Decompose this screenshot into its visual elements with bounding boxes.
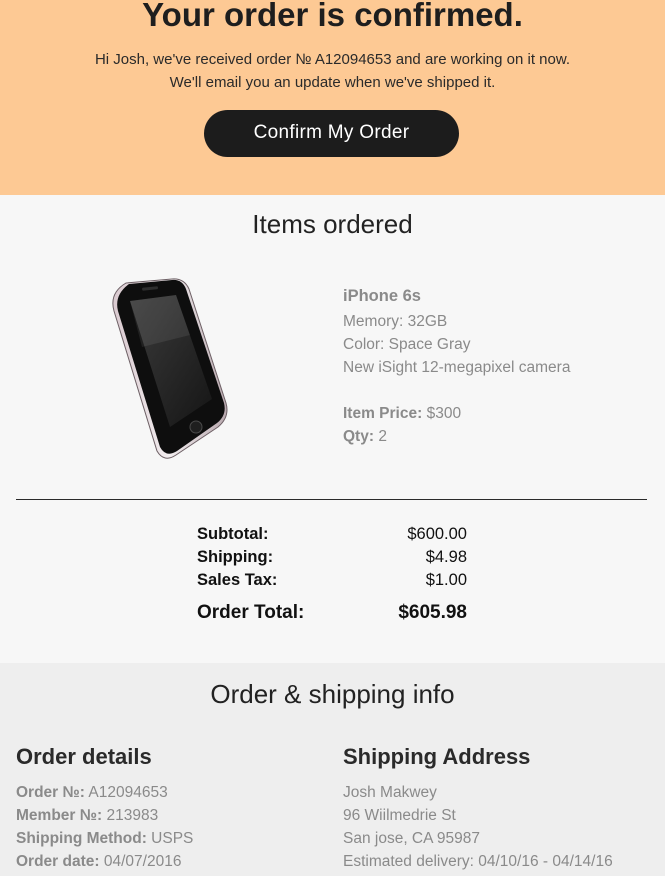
- product-memory: Memory: 32GB: [343, 313, 448, 330]
- order-number-label: Order №:: [16, 784, 85, 801]
- order-total-value: $605.98: [398, 602, 467, 623]
- shipping-info-heading: Order & shipping info: [210, 679, 455, 709]
- product-color: Color: Space Gray: [343, 336, 471, 353]
- item-price-label: Item Price:: [343, 405, 423, 422]
- order-date-label: Order date:: [16, 853, 100, 870]
- order-details: Order details Order №: A12094653 Member …: [16, 743, 193, 873]
- order-total-row: Order Total: $605.98: [197, 602, 467, 624]
- page-title: Your order is confirmed.: [142, 0, 523, 33]
- product-details: iPhone 6s Memory: 32GB Color: Space Gray…: [343, 285, 570, 448]
- confirmation-message-line2: We'll email you an update when we've shi…: [169, 74, 496, 91]
- order-details-heading: Order details: [16, 744, 152, 769]
- subtotal-value: $600.00: [407, 525, 467, 543]
- order-shipping-info-section: Order & shipping info Order details Orde…: [0, 663, 665, 876]
- item-qty: Qty: 2: [343, 425, 570, 448]
- member-number-label: Member №:: [16, 807, 103, 824]
- item-qty-value: 2: [378, 428, 387, 445]
- sales-tax-value: $1.00: [425, 571, 467, 589]
- item-price-value: $300: [426, 405, 462, 422]
- member-number-value: 213983: [106, 807, 159, 824]
- iphone-image: [112, 278, 228, 459]
- address-street: 96 Wiilmedrie St: [343, 807, 456, 824]
- shipping-address-heading: Shipping Address: [343, 744, 531, 769]
- shipping-row: Shipping: $4.98: [197, 548, 467, 570]
- confirmation-header: Your order is confirmed. Hi Josh, we've …: [0, 0, 665, 195]
- item-qty-label: Qty:: [343, 428, 374, 445]
- confirmation-message-line1: Hi Josh, we've received order № A1209465…: [94, 51, 571, 68]
- order-total-label: Order Total:: [197, 602, 305, 623]
- sales-tax-row: Sales Tax: $1.00: [197, 571, 467, 593]
- shipping-label: Shipping:: [197, 548, 274, 566]
- shipping-method: Shipping Method: USPS: [16, 827, 193, 850]
- home-button: [189, 420, 203, 434]
- shipping-method-value: USPS: [151, 830, 194, 847]
- items-heading: Items ordered: [252, 209, 413, 239]
- subtotal-label: Subtotal:: [197, 525, 269, 543]
- order-number-value: A12094653: [88, 784, 168, 801]
- subtotal-row: Subtotal: $600.00: [197, 525, 467, 547]
- divider: [16, 499, 647, 500]
- items-ordered-section: Items ordered iPhone 6s Memory: 32GB Col…: [0, 195, 665, 663]
- sales-tax-label: Sales Tax:: [197, 571, 278, 589]
- order-date: Order date: 04/07/2016: [16, 850, 193, 873]
- item-price: Item Price: $300: [343, 402, 570, 425]
- order-number: Order №: A12094653: [16, 781, 193, 804]
- product-name: iPhone 6s: [343, 287, 421, 305]
- estimated-delivery: Estimated delivery: 04/10/16 - 04/14/16: [343, 853, 613, 870]
- shipping-value: $4.98: [425, 548, 467, 566]
- shipping-address: Shipping Address Josh Makwey 96 Wiilmedr…: [343, 743, 613, 873]
- confirm-order-button[interactable]: Confirm My Order: [204, 110, 459, 157]
- order-date-value: 04/07/2016: [103, 853, 182, 870]
- product-feature: New iSight 12-megapixel camera: [343, 359, 571, 376]
- shipping-method-label: Shipping Method:: [16, 830, 147, 847]
- member-number: Member №: 213983: [16, 804, 193, 827]
- address-name: Josh Makwey: [343, 784, 437, 801]
- address-city: San jose, CA 95987: [343, 830, 481, 847]
